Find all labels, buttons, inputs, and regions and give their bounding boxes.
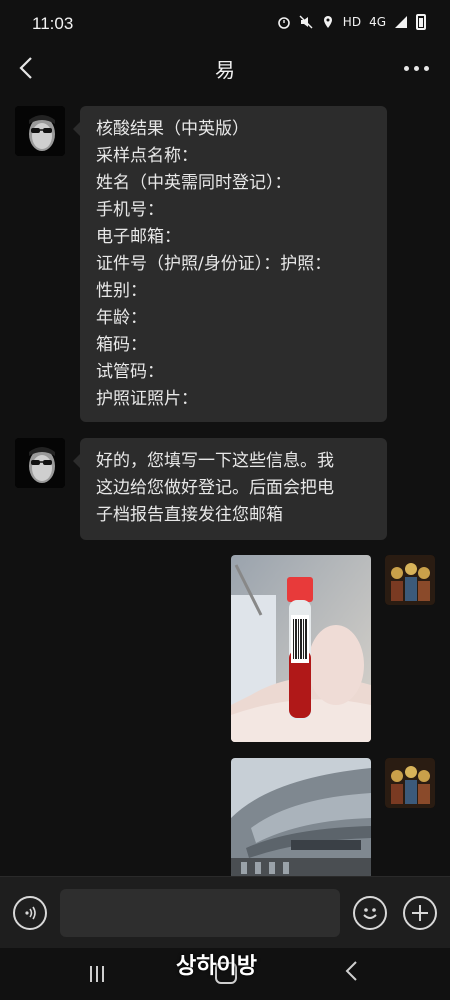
signal-icon xyxy=(395,16,407,28)
emoji-button[interactable] xyxy=(353,896,387,930)
plus-icon xyxy=(412,905,428,921)
more-dot xyxy=(413,65,419,71)
voice-input-button[interactable] xyxy=(13,896,47,930)
voice-icon xyxy=(25,906,36,920)
message-input-bar xyxy=(0,876,450,948)
emoji-icon xyxy=(363,908,377,919)
message-line: 核酸结果（中英版） xyxy=(96,119,249,139)
chevron-left-icon xyxy=(345,961,357,981)
recents-bar xyxy=(102,966,104,982)
message-line: 好的，您填写一下这些信息。我 xyxy=(96,451,334,471)
chat-header: 易 xyxy=(0,50,450,90)
message-line: 手机号： xyxy=(96,200,164,220)
message-line: 姓名（中英需同时登记）： xyxy=(96,173,292,193)
alarm-icon xyxy=(277,17,290,29)
recents-bar xyxy=(96,966,98,982)
contact-avatar-image xyxy=(15,438,65,488)
message-line: 试管码： xyxy=(96,362,164,382)
message-bubble[interactable]: 核酸结果（中英版） 采样点名称： 姓名（中英需同时登记）： 手机号： 电子邮箱：… xyxy=(73,106,387,422)
my-avatar-image xyxy=(385,555,435,605)
message-line: 采样点名称： xyxy=(96,146,198,166)
message-bubble[interactable]: 好的，您填写一下这些信息。我 这边给您做好登记。后面会把电 子档报告直接发往您邮… xyxy=(73,438,387,540)
more-dot xyxy=(423,65,429,71)
contact-avatar[interactable] xyxy=(15,106,65,156)
status-time: 11:03 xyxy=(32,14,74,33)
more-dot xyxy=(403,65,409,71)
building-photo-image xyxy=(231,758,371,878)
contact-avatar[interactable] xyxy=(15,438,65,488)
battery-icon xyxy=(416,14,426,30)
message-line: 这边给您做好登记。后面会把电 xyxy=(96,478,334,498)
message-line: 电子邮箱： xyxy=(96,227,181,247)
more-options-button[interactable] xyxy=(402,58,430,78)
chat-title: 易 xyxy=(215,58,235,82)
message-line: 年龄： xyxy=(96,308,147,328)
building-photo[interactable] xyxy=(231,758,371,878)
message-line: 子档报告直接发往您邮箱 xyxy=(96,505,283,525)
message-input[interactable] xyxy=(60,889,340,937)
message-line: 箱码： xyxy=(96,335,147,355)
recent-apps-button[interactable] xyxy=(90,966,104,982)
message-line: 性别： xyxy=(96,281,147,301)
test-tube-photo-image xyxy=(231,555,371,742)
my-avatar[interactable] xyxy=(385,555,435,605)
message-line: 证件号（护照/身份证）：护照： xyxy=(96,254,332,274)
recents-bar xyxy=(90,966,92,982)
contact-avatar-image xyxy=(15,106,65,156)
network-type: 4G xyxy=(369,15,386,29)
test-tube-photo[interactable] xyxy=(231,555,371,742)
hd-indicator: HD xyxy=(342,15,362,29)
system-back-button[interactable] xyxy=(344,960,358,986)
mute-icon xyxy=(299,15,313,29)
add-attachment-button[interactable] xyxy=(403,896,437,930)
watermark: 상하이방 xyxy=(176,954,257,979)
status-icons: HD 4G xyxy=(277,14,426,30)
message-line: 护照证照片： xyxy=(96,389,198,409)
my-avatar-image xyxy=(385,758,435,808)
status-bar: 11:03 HD 4G xyxy=(0,0,450,50)
my-avatar[interactable] xyxy=(385,758,435,808)
location-icon xyxy=(323,16,332,28)
